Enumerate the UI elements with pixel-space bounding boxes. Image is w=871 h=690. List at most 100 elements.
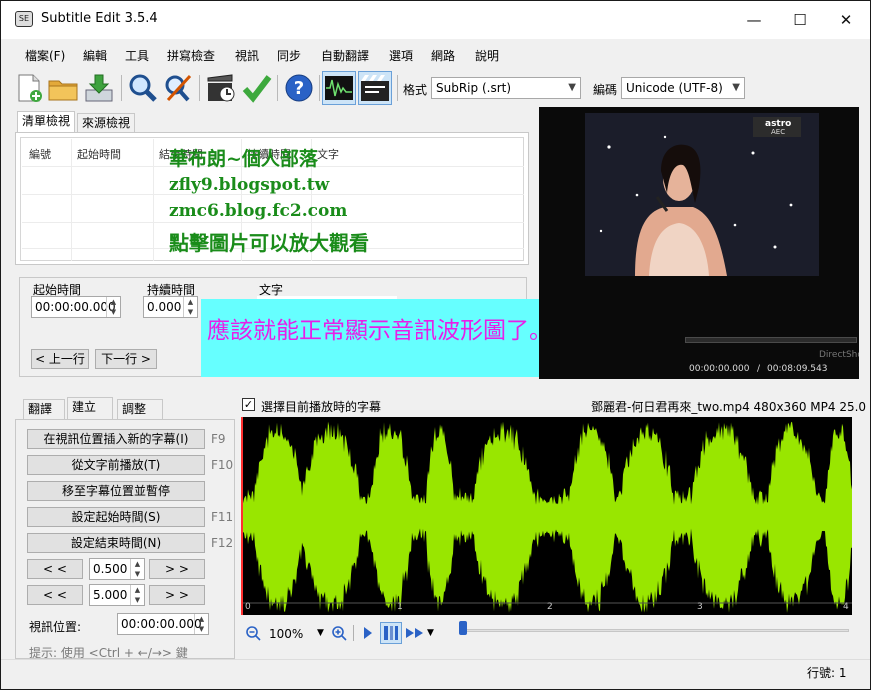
shortcut-f12: F12 (211, 536, 234, 550)
chevron-down-icon: ▼ (568, 82, 576, 93)
open-folder-icon[interactable] (47, 72, 79, 104)
zoom-in-icon[interactable] (331, 625, 347, 641)
maximize-button[interactable]: ☐ (777, 1, 823, 39)
waveform-toggle-icon[interactable] (322, 71, 356, 105)
spin-arrows-icon[interactable]: ▲ ▼ (106, 297, 120, 317)
set-end-time-button[interactable]: 設定結束時間(N) (27, 533, 205, 553)
close-button[interactable]: ✕ (823, 1, 869, 39)
help-icon[interactable]: ? (283, 72, 315, 104)
select-current-subtitle-label: 選擇目前播放時的字幕 (261, 400, 382, 414)
video-toggle-icon[interactable] (358, 71, 392, 105)
line-number-status: 行號: 1 (807, 666, 847, 680)
column-header-text[interactable]: 文字 (317, 146, 339, 162)
tab-adjust[interactable]: 調整 (117, 399, 163, 419)
waveform-time-mark: 2 (547, 602, 553, 612)
menu-file[interactable]: 檔案(F) (25, 47, 65, 64)
next-line-button[interactable]: 下一行 > (95, 349, 157, 369)
start-time-stepper[interactable]: 00:00:00.000 ▲ ▼ (31, 296, 121, 318)
menu-auto-translate[interactable]: 自動翻譯 (321, 47, 369, 64)
playback-dropdown-chevron-icon[interactable]: ▼ (427, 628, 434, 638)
overlay-url-1: zfly9.blogspot.tw (169, 175, 330, 195)
encoding-label: 編碼 (593, 83, 618, 97)
menu-network[interactable]: 網路 (431, 47, 455, 64)
duration-stepper[interactable]: 0.000 ▲ ▼ (143, 296, 198, 318)
menu-tools[interactable]: 工具 (125, 47, 149, 64)
play-icon[interactable] (363, 626, 373, 640)
toolbar: ? 格式 SubRip (.srt) ▼ 編碼 Unicode (UTF-8) … (1, 69, 870, 107)
video-current-time: 00:00:00.000 (689, 364, 750, 374)
menu-video[interactable]: 視訊 (235, 47, 259, 64)
previous-line-button[interactable]: < 上一行 (31, 349, 89, 369)
find-magnifier-icon[interactable] (127, 72, 159, 104)
audio-waveform[interactable]: 0 1 2 3 4 (241, 417, 852, 615)
spin-arrows-icon[interactable]: ▲ ▼ (130, 585, 144, 605)
sync-columns-icon[interactable] (380, 622, 402, 644)
overlay-click-hint: 點擊圖片可以放大觀看 (169, 231, 369, 255)
zoom-out-icon[interactable] (245, 625, 261, 641)
play-from-text-button[interactable]: 從文字前播放(T) (27, 455, 205, 475)
window-title: Subtitle Edit 3.5.4 (41, 11, 158, 26)
status-bar: 行號: 1 (1, 659, 870, 689)
video-player[interactable]: astro AEC DirectShow 00:00:00.000 / 00:0… (539, 107, 859, 379)
svg-text:?: ? (294, 78, 304, 99)
set-start-time-button[interactable]: 設定起始時間(S) (27, 507, 205, 527)
duration-value: 0.000 (147, 300, 182, 314)
menu-edit[interactable]: 編輯 (83, 47, 107, 64)
column-header-number[interactable]: 編號 (29, 146, 51, 162)
goto-subtitle-pause-button[interactable]: 移至字幕位置並暫停 (27, 481, 205, 501)
player-brand-text: DirectShow (819, 350, 859, 360)
column-header-start[interactable]: 起始時間 (77, 146, 121, 162)
menu-spellcheck[interactable]: 拼寫檢查 (167, 47, 215, 64)
waveform-position-slider[interactable] (459, 629, 849, 632)
menu-sync[interactable]: 同步 (277, 47, 301, 64)
channel-logo-subtext: AEC (771, 128, 786, 136)
replace-icon[interactable] (163, 72, 195, 104)
seek-back-large-button[interactable]: < < (27, 585, 83, 605)
insert-new-subtitle-button[interactable]: 在視訊位置插入新的字幕(I) (27, 429, 205, 449)
select-current-subtitle-checkbox[interactable]: ✓ (242, 398, 255, 411)
encoding-select-value: Unicode (UTF-8) (626, 81, 723, 95)
spin-arrows-icon[interactable]: ▲ ▼ (183, 297, 197, 317)
zoom-dropdown-chevron-icon[interactable]: ▼ (317, 628, 324, 638)
time-separator: / (757, 364, 761, 374)
zoom-level: 100% (269, 627, 304, 641)
seek-back-small-button[interactable]: < < (27, 559, 83, 579)
sync-clapper-icon[interactable] (205, 72, 237, 104)
shortcut-f10: F10 (211, 458, 234, 472)
large-step-value: 5.000 (93, 588, 128, 602)
video-seek-bar[interactable] (685, 337, 857, 343)
video-position-value: 00:00:00.000 (121, 617, 202, 631)
start-time-value: 00:00:00.000 (35, 300, 116, 314)
spin-arrows-icon[interactable]: ▲ ▼ (194, 614, 208, 634)
menu-options[interactable]: 選項 (389, 47, 413, 64)
waveform-time-mark: 3 (697, 602, 703, 612)
app-window: SE Subtitle Edit 3.5.4 — ☐ ✕ 檔案(F) 編輯 工具… (0, 0, 871, 690)
waveform-time-mark: 4 (843, 602, 849, 612)
minimize-button[interactable]: — (731, 1, 777, 39)
tab-translate[interactable]: 翻譯 (23, 399, 65, 419)
format-select[interactable]: SubRip (.srt) ▼ (431, 77, 581, 99)
check-icon[interactable] (241, 72, 273, 104)
seek-forward-small-button[interactable]: > > (149, 559, 205, 579)
save-download-icon[interactable] (83, 72, 115, 104)
annotation-banner-text: 應該就能正常顯示音訊波形圖了。 (207, 318, 552, 344)
fast-forward-icon[interactable] (405, 626, 427, 640)
tab-source-view[interactable]: 來源檢視 (77, 113, 136, 133)
new-file-icon[interactable] (13, 72, 45, 104)
waveform-time-mark: 1 (397, 602, 403, 612)
shortcut-f9: F9 (211, 432, 226, 446)
slider-thumb[interactable] (459, 621, 467, 635)
format-select-value: SubRip (.srt) (436, 81, 512, 95)
video-position-stepper[interactable]: 00:00:00.000 ▲ ▼ (117, 613, 209, 635)
spin-arrows-icon[interactable]: ▲ ▼ (130, 559, 144, 579)
shortcut-f11: F11 (211, 510, 234, 524)
encoding-select[interactable]: Unicode (UTF-8) ▼ (621, 77, 745, 99)
tab-create[interactable]: 建立 (67, 397, 113, 419)
seek-forward-large-button[interactable]: > > (149, 585, 205, 605)
tab-list-view[interactable]: 清單檢視 (17, 111, 76, 133)
large-step-stepper[interactable]: 5.000 ▲ ▼ (89, 584, 145, 606)
small-step-stepper[interactable]: 0.500 ▲ ▼ (89, 558, 145, 580)
video-total-time: 00:08:09.543 (767, 364, 828, 374)
waveform-shape (241, 421, 852, 613)
menu-help[interactable]: 說明 (475, 47, 499, 64)
